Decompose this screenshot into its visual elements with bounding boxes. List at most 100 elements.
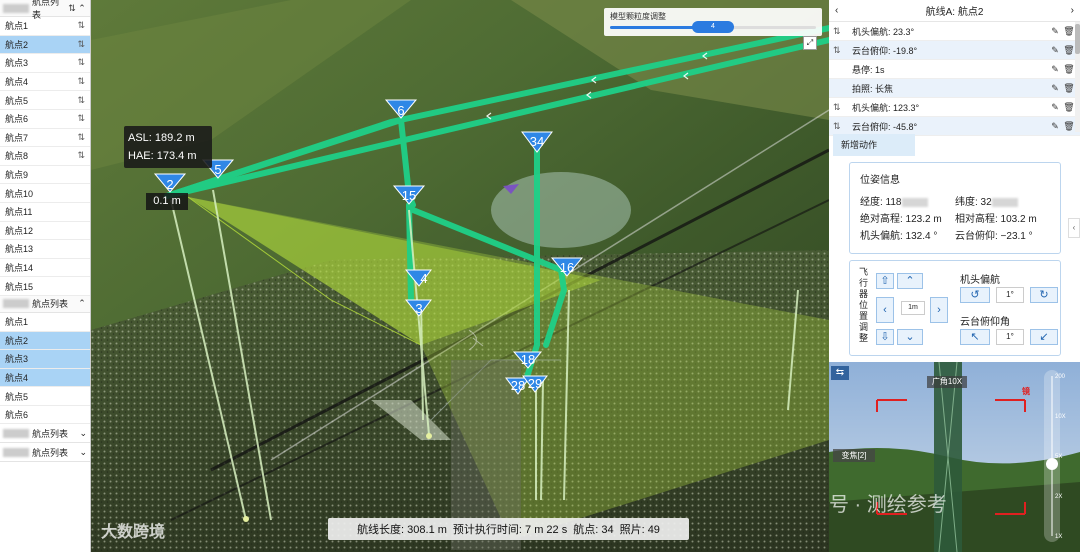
gimbal-pitch: 云台俯仰: −23.1 ° bbox=[955, 231, 1033, 242]
waypoint-list-item[interactable]: 航点13 bbox=[0, 240, 90, 259]
swap-vert-icon[interactable]: ⇅ bbox=[77, 20, 85, 31]
svg-text:15: 15 bbox=[402, 188, 416, 203]
descend-button[interactable]: ⇩ bbox=[876, 329, 894, 345]
backward-button[interactable]: ⌄ bbox=[897, 329, 923, 345]
yaw-step-value[interactable]: 1° bbox=[996, 287, 1024, 303]
waypoint-list-item[interactable]: 航点4 bbox=[0, 368, 90, 388]
group-header-1[interactable]: 航点列表 ⇅ ⌃ bbox=[0, 0, 90, 20]
asl-value: ASL: 189.2 m bbox=[128, 132, 195, 144]
swap-vert-icon[interactable]: ⇅ bbox=[77, 95, 85, 106]
pitch-step-value[interactable]: 1° bbox=[996, 329, 1024, 345]
chevron-down-icon[interactable]: ⌄ bbox=[79, 428, 87, 439]
waypoint-list-item[interactable]: 航点3 ⇅ bbox=[0, 54, 90, 73]
swap-vert-icon[interactable]: ⇅ bbox=[833, 45, 847, 56]
right-button[interactable]: › bbox=[930, 297, 948, 323]
waypoint-list-item[interactable]: 航点9 bbox=[0, 166, 90, 185]
action-item[interactable]: ⇅ 机头偏航: 123.3° ✎ 🗑 bbox=[829, 98, 1080, 117]
waypoint-list-item[interactable]: 航点4 ⇅ bbox=[0, 73, 90, 92]
waypoint-list-item[interactable]: 航点11 bbox=[0, 203, 90, 222]
edit-icon[interactable]: ✎ bbox=[1048, 121, 1062, 132]
ascend-button[interactable]: ⇧ bbox=[876, 273, 894, 289]
forward-button[interactable]: ⌃ bbox=[897, 273, 923, 289]
slider-knob[interactable]: 4 bbox=[692, 21, 734, 33]
waypoint-label: 航点6 bbox=[5, 114, 29, 125]
delete-icon[interactable]: 🗑 bbox=[1062, 102, 1076, 113]
swap-vert-icon[interactable]: ⇅ bbox=[67, 3, 77, 14]
camera-focus-button[interactable]: 变焦[2] bbox=[833, 449, 875, 462]
edit-icon[interactable]: ✎ bbox=[1048, 83, 1062, 94]
chevron-up-icon[interactable]: ⌃ bbox=[77, 3, 87, 14]
add-action-button[interactable]: 新增动作 bbox=[833, 134, 915, 156]
left-button[interactable]: ‹ bbox=[876, 297, 894, 323]
swap-vert-icon[interactable]: ⇅ bbox=[77, 76, 85, 87]
camera-preview[interactable]: ⇆ 广角10X 镜 变焦[2] 公众号 · 测绘参考 200 10X 5X 2X 1X bbox=[829, 362, 1080, 552]
swap-vert-icon[interactable]: ⇅ bbox=[77, 57, 85, 68]
longitude: 经度: 118 bbox=[860, 197, 902, 208]
action-label: 悬停: 1s bbox=[852, 64, 885, 75]
swap-vert-icon[interactable]: ⇅ bbox=[833, 26, 847, 37]
collapse-panel-tab[interactable]: ‹ bbox=[1068, 218, 1080, 238]
waypoint-list-item[interactable]: 航点12 bbox=[0, 222, 90, 241]
waypoint-list-item[interactable]: 航点6 bbox=[0, 406, 90, 425]
action-item[interactable]: 拍照: 长焦 ✎ 🗑 bbox=[829, 79, 1080, 98]
delete-icon[interactable]: 🗑 bbox=[1062, 121, 1076, 132]
waypoint-list-item[interactable]: 航点14 bbox=[0, 259, 90, 278]
swap-vert-icon[interactable]: ⇅ bbox=[833, 102, 847, 113]
group-title: 航点列表 bbox=[32, 299, 69, 310]
group-header-4[interactable]: 航点列表 ⌄ bbox=[0, 443, 90, 463]
waypoint-list-item[interactable]: 航点5 ⇅ bbox=[0, 91, 90, 110]
chevron-up-icon[interactable]: ⌃ bbox=[77, 298, 87, 309]
waypoint-label: 航点10 bbox=[5, 188, 34, 199]
delete-icon[interactable]: 🗑 bbox=[1062, 45, 1076, 56]
waypoint-list-item[interactable]: 航点3 bbox=[0, 350, 90, 369]
waypoint-list-item[interactable]: 航点1 ⇅ bbox=[0, 17, 90, 36]
pitch-up-icon[interactable]: ↖ bbox=[960, 329, 990, 345]
waypoint-label: 航点1 bbox=[5, 21, 29, 32]
waypoint-list-panel: 航点列表 ⇅ ⌃ 航点1 ⇅ 航点2 ⇅ 航点3 ⇅ 航点4 ⇅ 航点5 ⇅ 航点6 ⇅ 航点7 ⇅ 航点8… bbox=[0, 0, 91, 552]
chevron-down-icon[interactable]: ⌄ bbox=[79, 447, 87, 458]
action-item[interactable]: ⇅ 机头偏航: 23.3° ✎ 🗑 bbox=[829, 22, 1080, 41]
rotate-right-icon[interactable]: ↻ bbox=[1030, 287, 1058, 303]
waypoint-list-item[interactable]: 航点5 bbox=[0, 387, 90, 406]
swap-vert-icon[interactable]: ⇅ bbox=[77, 150, 85, 161]
action-item[interactable]: 悬停: 1s ✎ 🗑 bbox=[829, 60, 1080, 79]
action-item[interactable]: ⇅ 云台俯仰: -19.8° ✎ 🗑 bbox=[829, 41, 1080, 60]
waypoint-list-item[interactable]: 航点6 ⇅ bbox=[0, 110, 90, 129]
camera-lens-label: 镜 bbox=[1022, 387, 1030, 396]
edit-icon[interactable]: ✎ bbox=[1048, 26, 1062, 37]
rotate-left-icon[interactable]: ↺ bbox=[960, 287, 990, 303]
waypoint-list-item[interactable]: 航点2 bbox=[0, 331, 90, 351]
waypoint-list-item[interactable]: 航点7 ⇅ bbox=[0, 129, 90, 148]
svg-text:34: 34 bbox=[530, 134, 544, 149]
delete-icon[interactable]: 🗑 bbox=[1062, 83, 1076, 94]
waypoint-list-item[interactable]: 航点1 bbox=[0, 313, 90, 332]
scroll-thumb[interactable] bbox=[1075, 24, 1080, 54]
delete-icon[interactable]: 🗑 bbox=[1062, 26, 1076, 37]
swap-vert-icon[interactable]: ⇅ bbox=[77, 39, 85, 50]
waypoint-list-item[interactable]: 航点8 ⇅ bbox=[0, 147, 90, 166]
swap-vert-icon[interactable]: ⇅ bbox=[77, 113, 85, 124]
swap-view-icon[interactable]: ⇆ bbox=[831, 366, 849, 380]
group-header-2[interactable]: 航点列表 ⌃ bbox=[0, 295, 90, 313]
expand-icon[interactable]: ⤢ bbox=[803, 36, 817, 50]
edit-icon[interactable]: ✎ bbox=[1048, 64, 1062, 75]
pitch-down-icon[interactable]: ↙ bbox=[1030, 329, 1058, 345]
model-granularity-slider[interactable]: 模型颗粒度调整 4 bbox=[604, 8, 822, 36]
action-list-scrollbar[interactable] bbox=[1075, 22, 1080, 132]
svg-text:5: 5 bbox=[214, 162, 221, 177]
chevron-right-icon[interactable]: › bbox=[1071, 5, 1074, 16]
edit-icon[interactable]: ✎ bbox=[1048, 102, 1062, 113]
waypoint-list-item[interactable]: 航点2 ⇅ bbox=[0, 35, 90, 55]
swap-vert-icon[interactable]: ⇅ bbox=[77, 132, 85, 143]
waypoint-list-item[interactable]: 航点15 bbox=[0, 277, 90, 296]
move-step-value[interactable]: 1m bbox=[901, 301, 925, 315]
chevron-left-icon[interactable]: ‹ bbox=[835, 5, 838, 16]
waypoint-label: 航点2 bbox=[5, 39, 29, 50]
group-header-3[interactable]: 航点列表 ⌄ bbox=[0, 424, 90, 444]
waypoint-list-item[interactable]: 航点10 bbox=[0, 184, 90, 203]
swap-vert-icon[interactable]: ⇅ bbox=[833, 121, 847, 132]
waypoint-label: 航点12 bbox=[5, 225, 34, 236]
edit-icon[interactable]: ✎ bbox=[1048, 45, 1062, 56]
3d-map-view[interactable]: 2 5 6 15 4 3 34 16 18 28 29 模型颗粒度调整 4 ⤢ … bbox=[91, 0, 829, 552]
delete-icon[interactable]: 🗑 bbox=[1062, 64, 1076, 75]
